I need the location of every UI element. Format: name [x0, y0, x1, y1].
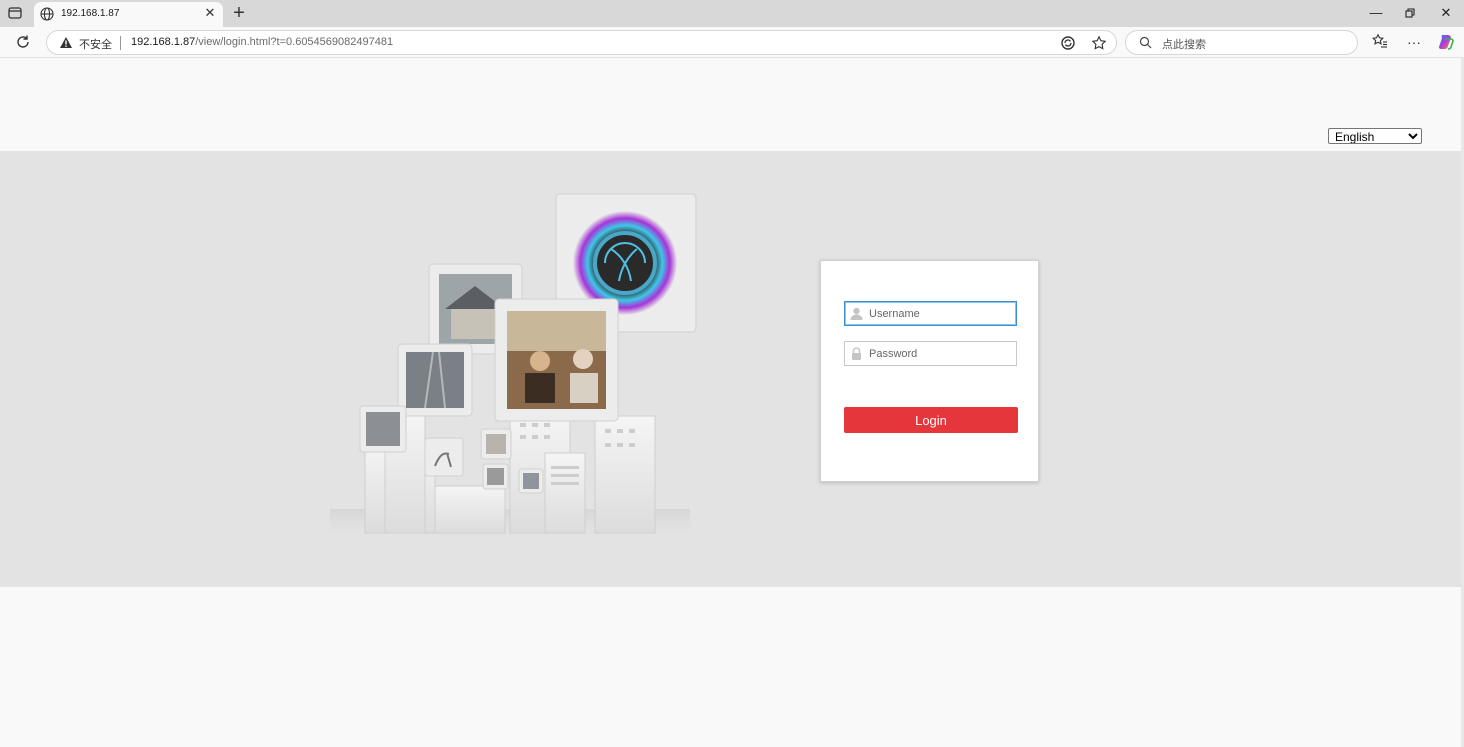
hero-band [0, 151, 1461, 587]
tab-actions-icon[interactable] [6, 5, 24, 21]
lock-icon [852, 347, 861, 360]
copilot-icon[interactable] [1437, 33, 1455, 51]
minimize-icon[interactable]: — [1366, 4, 1386, 22]
close-tab-icon[interactable]: ✕ [203, 6, 217, 20]
restore-icon[interactable] [1400, 4, 1420, 22]
login-panel: Login [820, 260, 1039, 482]
warning-icon[interactable] [59, 36, 73, 49]
password-field[interactable] [844, 341, 1017, 366]
new-tab-button[interactable]: + [230, 3, 248, 23]
immersive-reader-icon[interactable] [1060, 35, 1076, 51]
more-options-icon[interactable]: ··· [1405, 33, 1423, 51]
password-input[interactable] [869, 344, 1013, 363]
search-box[interactable]: 点此搜索 [1125, 30, 1358, 55]
user-icon [850, 307, 863, 320]
security-label[interactable]: 不安全 [79, 36, 112, 52]
url-path: /view/login.html?t=0.6054569082497481 [195, 36, 394, 48]
reload-icon[interactable] [14, 33, 32, 51]
username-input[interactable] [869, 304, 1013, 323]
login-button[interactable]: Login [844, 407, 1018, 433]
browser-tab-bar: 192.168.1.87 ✕ + — ✕ [0, 0, 1464, 27]
favorite-star-icon[interactable] [1091, 35, 1107, 51]
search-icon [1139, 36, 1152, 49]
page-body: English Username Login [0, 58, 1464, 747]
url-host: 192.168.1.87 [131, 36, 196, 48]
username-field[interactable] [844, 301, 1017, 326]
tab-title: 192.168.1.87 [61, 8, 120, 19]
globe-icon [40, 7, 54, 21]
search-placeholder: 点此搜索 [1162, 39, 1206, 51]
browser-tab[interactable]: 192.168.1.87 ✕ [34, 2, 223, 27]
address-separator [120, 36, 121, 50]
favorites-icon[interactable] [1371, 33, 1389, 51]
url-text[interactable]: 192.168.1.87/view/login.html?t=0.6054569… [131, 36, 393, 48]
surveillance-city-illustration [330, 193, 697, 549]
close-window-icon[interactable]: ✕ [1436, 4, 1456, 22]
browser-toolbar: 不安全 192.168.1.87/view/login.html?t=0.605… [0, 27, 1464, 58]
address-bar[interactable]: 不安全 192.168.1.87/view/login.html?t=0.605… [46, 30, 1117, 55]
language-select[interactable]: English [1328, 128, 1422, 144]
